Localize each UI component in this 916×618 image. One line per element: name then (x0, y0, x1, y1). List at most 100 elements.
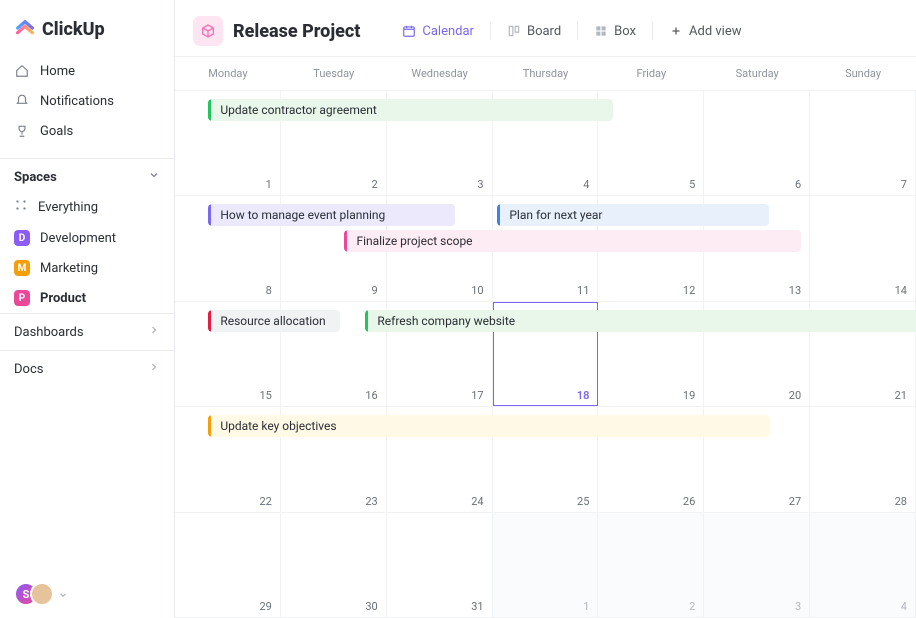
calendar-event[interactable]: Resource allocation (208, 310, 340, 332)
day-cell[interactable]: 2 (598, 513, 704, 617)
board-icon (507, 24, 521, 38)
calendar-week: 29 30 31 1 2 3 4 (175, 513, 916, 618)
day-number: 2 (689, 600, 695, 613)
chevron-down-icon (58, 585, 68, 604)
calendar: MondayTuesdayWednesdayThursdayFridaySatu… (175, 57, 916, 618)
day-number: 19 (683, 389, 695, 402)
topbar: Release Project Calendar Board Box (175, 0, 916, 57)
day-number: 11 (577, 284, 589, 297)
day-cell[interactable]: 31 (387, 513, 493, 617)
spaces-header-label: Spaces (14, 170, 57, 185)
chevron-right-icon (148, 361, 160, 377)
event-color-bar (365, 310, 368, 332)
event-color-bar (208, 204, 211, 226)
calendar-event[interactable]: Update contractor agreement (208, 99, 612, 121)
add-view-label: Add view (689, 24, 742, 39)
calendar-weeks: 1234567Update contractor agreement891011… (175, 91, 916, 618)
event-row: How to manage event planning Plan for nex… (179, 204, 912, 226)
event-rows: Update key objectives (175, 415, 916, 441)
separator (490, 22, 491, 40)
nav-notifications[interactable]: Notifications (0, 86, 174, 116)
space-label: Marketing (40, 261, 98, 276)
day-number: 1 (266, 178, 272, 191)
tab-box[interactable]: Box (584, 18, 646, 45)
weekday: Sunday (810, 57, 916, 90)
day-number: 1 (583, 600, 589, 613)
view-tabs: Calendar Board Box Add view (392, 18, 751, 45)
event-color-bar (208, 99, 211, 121)
day-number: 2 (372, 178, 378, 191)
day-cell[interactable]: 30 (281, 513, 387, 617)
day-number: 4 (901, 600, 907, 613)
tab-board[interactable]: Board (497, 18, 571, 45)
weekday: Thursday (493, 57, 599, 90)
chevron-down-icon (148, 169, 160, 185)
event-row: Finalize project scope (179, 230, 912, 252)
day-number: 23 (365, 495, 377, 508)
event-title: Plan for next year (507, 208, 602, 222)
day-cell[interactable]: 3 (704, 513, 810, 617)
day-number: 5 (689, 178, 695, 191)
day-number: 20 (789, 389, 801, 402)
nav-goals[interactable]: Goals (0, 116, 174, 146)
event-rows: Resource allocation Refresh company websi… (175, 310, 916, 336)
event-title: Update key objectives (218, 419, 336, 433)
day-cell[interactable]: 29 (175, 513, 281, 617)
event-rows: Update contractor agreement (175, 99, 916, 125)
project-title: Release Project (233, 21, 360, 42)
weekday-header: MondayTuesdayWednesdayThursdayFridaySatu… (175, 57, 916, 91)
nav-notifications-label: Notifications (40, 94, 114, 109)
trophy-icon (14, 123, 30, 139)
weekday: Monday (175, 57, 281, 90)
weekday: Wednesday (387, 57, 493, 90)
calendar-event[interactable]: Update key objectives (208, 415, 769, 437)
nav-dashboards[interactable]: Dashboards (0, 313, 174, 350)
day-number: 13 (789, 284, 801, 297)
calendar-week: 891011121314How to manage event planning… (175, 196, 916, 301)
tab-calendar-label: Calendar (422, 24, 474, 39)
day-number: 24 (471, 495, 483, 508)
nav-goals-label: Goals (40, 124, 73, 139)
space-label: Development (40, 231, 116, 246)
calendar-event[interactable]: Plan for next year (497, 204, 768, 226)
project-icon (193, 16, 223, 46)
logo[interactable]: ClickUp (0, 0, 174, 50)
day-number: 3 (795, 600, 801, 613)
space-everything[interactable]: Everything (0, 191, 174, 223)
day-number: 6 (795, 178, 801, 191)
event-title: Refresh company website (375, 314, 515, 328)
space-product[interactable]: PProduct (0, 283, 174, 313)
day-number: 17 (471, 389, 483, 402)
spaces-header[interactable]: Spaces (0, 158, 174, 191)
space-marketing[interactable]: M Marketing (0, 253, 174, 283)
calendar-event[interactable]: Refresh company website (365, 310, 916, 332)
space-development[interactable]: D Development (0, 223, 174, 253)
day-number: 8 (266, 284, 272, 297)
calendar-week: 15161718192021Resource allocationRefresh… (175, 302, 916, 407)
avatar-image (30, 582, 54, 606)
space-badge: M (14, 260, 30, 276)
space-label: Product (40, 291, 86, 306)
day-number: 22 (259, 495, 271, 508)
event-title: Update contractor agreement (218, 103, 376, 117)
day-number: 25 (577, 495, 589, 508)
calendar-event[interactable]: How to manage event planning (208, 204, 455, 226)
calendar-event[interactable]: Finalize project scope (344, 230, 801, 252)
sidebar: ClickUp Home Notifications Goals Spaces … (0, 0, 175, 618)
add-view-button[interactable]: Add view (659, 18, 752, 45)
project[interactable]: Release Project (193, 16, 360, 46)
day-number: 30 (365, 600, 377, 613)
event-row: Update contractor agreement (179, 99, 912, 121)
space-badge: D (14, 230, 30, 246)
event-color-bar (344, 230, 347, 252)
nav-docs[interactable]: Docs (0, 350, 174, 387)
event-color-bar (208, 310, 211, 332)
user-menu[interactable]: S (0, 570, 174, 618)
day-number: 26 (683, 495, 695, 508)
day-cell[interactable]: 4 (810, 513, 916, 617)
nav-home[interactable]: Home (0, 56, 174, 86)
tab-calendar[interactable]: Calendar (392, 18, 484, 45)
event-color-bar (497, 204, 500, 226)
day-cell[interactable]: 1 (493, 513, 599, 617)
logo-icon (14, 18, 36, 40)
